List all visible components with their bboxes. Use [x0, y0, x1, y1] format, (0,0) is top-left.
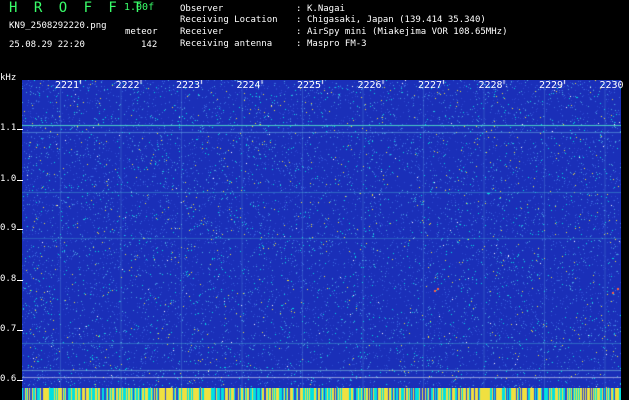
y-tick-mark — [17, 129, 23, 130]
x-tick-label: 2222 — [115, 80, 140, 91]
spectrum-strip — [22, 388, 621, 400]
colon: : — [296, 15, 302, 25]
y-tick-label: 1.0 — [0, 174, 17, 184]
x-tick-label: 2224 — [236, 80, 261, 91]
antenna-label: Receiving antenna — [180, 39, 273, 49]
y-tick-label: 0.9 — [0, 223, 17, 233]
y-tick-label: 0.8 — [0, 274, 17, 284]
antenna-value: Maspro FM-3 — [307, 39, 367, 49]
colon: : — [296, 27, 302, 37]
receiver-value: AirSpy mini (Miakejima VOR 108.65MHz) — [307, 27, 508, 37]
app-version: 1.00f — [124, 2, 155, 13]
y-tick-label: 1.1 — [0, 123, 17, 133]
observer-label: Observer — [180, 4, 224, 14]
location-value: Chigasaki, Japan (139.414 35.340) — [307, 15, 486, 25]
y-tick-label: 0.7 — [0, 324, 17, 334]
x-tick-label: 2223 — [176, 80, 201, 91]
mode-label: meteor — [125, 27, 158, 37]
count-value: 142 — [141, 40, 158, 50]
y-tick-mark — [17, 330, 23, 331]
x-tick-label: 2228 — [478, 80, 503, 91]
right-margin — [621, 80, 629, 400]
observer-value: K.Nagai — [307, 4, 345, 14]
x-tick-label: 2226 — [357, 80, 382, 91]
y-tick-mark — [17, 229, 23, 230]
receiver-label: Receiver — [180, 27, 224, 37]
x-tick-label: 2221 — [55, 80, 80, 91]
colon: : — [296, 39, 302, 49]
y-tick-mark — [17, 280, 23, 281]
spectrogram-canvas — [22, 80, 621, 388]
colon: : — [296, 4, 302, 14]
x-tick-label: 2229 — [539, 80, 564, 91]
file-name: KN9_2508292220.png — [9, 21, 107, 31]
y-tick-mark — [17, 180, 23, 181]
x-tick-label: 2230 — [599, 80, 624, 91]
y-tick-mark — [17, 380, 23, 381]
x-tick-label: 2225 — [297, 80, 322, 91]
date-time: 25.08.29 22:20 — [9, 40, 85, 50]
location-label: Receiving Location — [180, 15, 278, 25]
y-unit-label: kHz — [0, 73, 17, 83]
y-tick-label: 0.6 — [0, 374, 17, 384]
x-tick-label: 2227 — [418, 80, 443, 91]
header-panel: H R O F F T 1.00f KN9_2508292220.png met… — [0, 0, 629, 76]
